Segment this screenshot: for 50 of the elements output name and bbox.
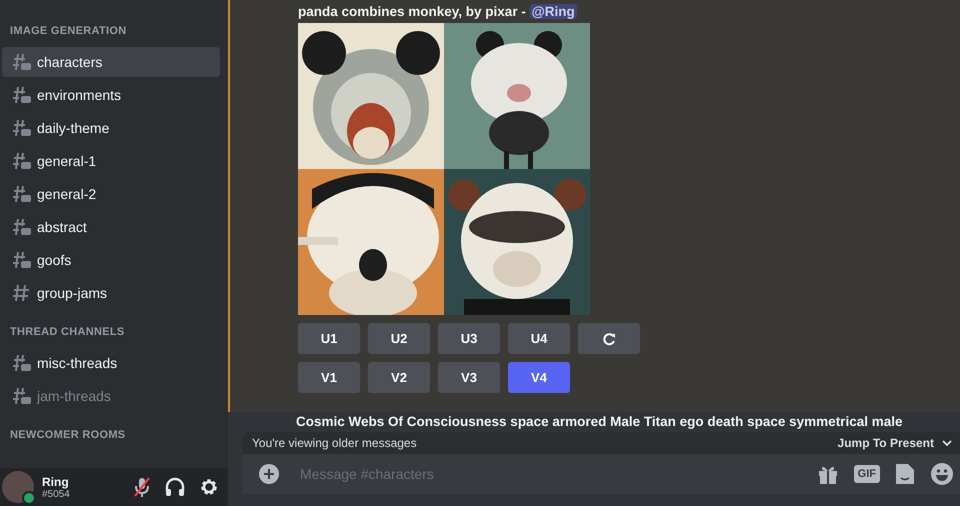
channel-item[interactable]: daily-theme <box>2 113 220 143</box>
message-input-field[interactable]: Message #characters <box>298 465 802 483</box>
action-button[interactable]: V2 <box>368 362 430 393</box>
message-text: panda combines monkey, by pixar - @Ring <box>298 4 577 20</box>
chevron-down-icon <box>942 438 952 448</box>
channel-item[interactable]: group-jams <box>2 278 220 308</box>
sticker-icon[interactable] <box>894 462 916 486</box>
action-button[interactable]: U4 <box>508 323 570 354</box>
channel-item[interactable]: general-1 <box>2 146 220 176</box>
thread-channel-icon <box>12 217 32 237</box>
headphones-icon[interactable] <box>164 476 186 498</box>
thread-channel-icon <box>12 250 32 270</box>
username: Ring <box>42 474 69 488</box>
action-button[interactable]: U1 <box>298 323 360 354</box>
user-mention[interactable]: @Ring <box>530 4 577 19</box>
channel-item[interactable]: characters <box>2 47 220 77</box>
user-tag: #5054 <box>42 488 70 500</box>
reroll-button[interactable] <box>578 323 640 354</box>
category-header[interactable]: IMAGE GENERATION <box>0 25 126 47</box>
gif-button[interactable]: GIF <box>854 465 880 483</box>
action-button[interactable]: V1 <box>298 362 360 393</box>
category-header[interactable]: NEWCOMER ROOMS <box>0 429 126 451</box>
message-composer[interactable]: Message #characters GIF <box>242 454 960 494</box>
channel-item[interactable]: environments <box>2 80 220 110</box>
action-button[interactable]: V3 <box>438 362 500 393</box>
action-button[interactable]: V4 <box>508 362 570 393</box>
channel-item[interactable]: jam-threads <box>2 381 220 411</box>
channel-item[interactable]: abstract <box>2 212 220 242</box>
thread-channel-icon <box>12 353 32 373</box>
jump-to-present-button[interactable]: Jump To Present <box>838 436 952 450</box>
notice-text: You're viewing older messages <box>252 436 417 450</box>
channel-item[interactable]: general-2 <box>2 179 220 209</box>
thread-channel-icon <box>12 151 32 171</box>
channel-item[interactable]: goofs <box>2 245 220 275</box>
thread-channel-icon <box>12 85 32 105</box>
hashtag-icon <box>12 283 32 303</box>
avatar[interactable] <box>2 471 34 503</box>
thread-channel-icon <box>12 118 32 138</box>
category-header[interactable]: THREAD CHANNELS <box>0 326 124 348</box>
thread-channel-icon <box>12 52 32 72</box>
channel-item[interactable]: misc-threads <box>2 348 220 378</box>
thread-channel-icon <box>12 386 32 406</box>
thread-channel-icon <box>12 184 32 204</box>
add-icon[interactable] <box>258 463 280 485</box>
action-button[interactable]: U2 <box>368 323 430 354</box>
muted-microphone-icon[interactable] <box>132 476 152 498</box>
action-button[interactable]: U3 <box>438 323 500 354</box>
refresh-icon <box>602 332 616 346</box>
emoji-icon[interactable] <box>930 462 954 486</box>
message-text: Cosmic Webs Of Consciousness space armored Male Titan ego death space symmetrical male <box>296 414 902 430</box>
